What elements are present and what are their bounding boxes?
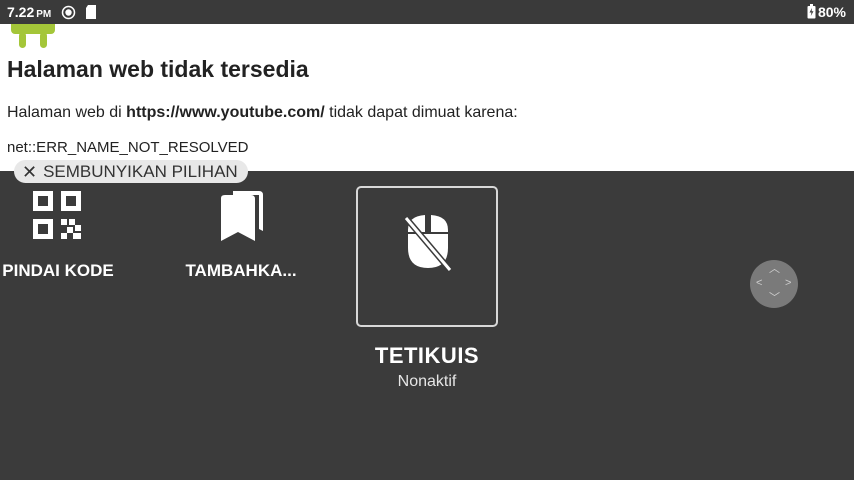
dpad-control[interactable]: ︿ ﹀ < >	[750, 260, 798, 308]
webpage-content: Halaman web tidak tersedia Halaman web d…	[0, 24, 854, 171]
hide-options-label: SEMBUNYIKAN PILIHAN	[43, 161, 238, 181]
chevron-right-icon: >	[785, 277, 792, 289]
bookmarks-icon	[182, 191, 300, 241]
hide-options-button[interactable]: ✕ SEMBUNYIKAN PILIHAN	[14, 160, 248, 183]
status-bar: 7.22 PM 80%	[0, 0, 854, 24]
clock-ampm: PM	[36, 9, 52, 20]
scan-code-label: PINDAI KODE	[2, 261, 114, 280]
page-message: Halaman web di https://www.youtube.com/ …	[7, 104, 518, 122]
battery-icon	[807, 4, 816, 24]
clock: 7.22 PM	[7, 4, 51, 20]
message-suffix: tidak dapat dimuat karena:	[324, 104, 518, 121]
message-prefix: Halaman web di	[7, 104, 127, 121]
error-code: net::ERR_NAME_NOT_RESOLVED	[7, 139, 249, 156]
sd-card-icon	[85, 5, 97, 24]
chevron-up-icon: ︿	[769, 263, 780, 275]
scan-code-button[interactable]: PINDAI KODE	[0, 191, 116, 281]
record-icon	[61, 5, 76, 25]
qr-code-icon	[0, 191, 116, 241]
add-bookmark-button[interactable]: TAMBAHKA...	[182, 191, 300, 281]
add-bookmark-label: TAMBAHKA...	[185, 261, 297, 280]
battery-percent: 80%	[817, 4, 846, 20]
page-title: Halaman web tidak tersedia	[7, 56, 309, 82]
options-panel: ✕ SEMBUNYIKAN PILIHAN PINDAI KODE TAMBAH…	[0, 160, 854, 480]
close-icon: ✕	[22, 161, 38, 182]
mouse-title: TETIKUIS	[374, 343, 480, 368]
clock-time: 7.22	[7, 4, 35, 20]
failed-url: https://www.youtube.com/	[126, 104, 325, 121]
mouse-status: Nonaktif	[397, 373, 457, 390]
android-logo-icon	[9, 24, 57, 53]
chevron-down-icon: ﹀	[769, 292, 780, 304]
mouse-toggle-button[interactable]	[356, 186, 498, 327]
chevron-left-icon: <	[756, 277, 763, 289]
